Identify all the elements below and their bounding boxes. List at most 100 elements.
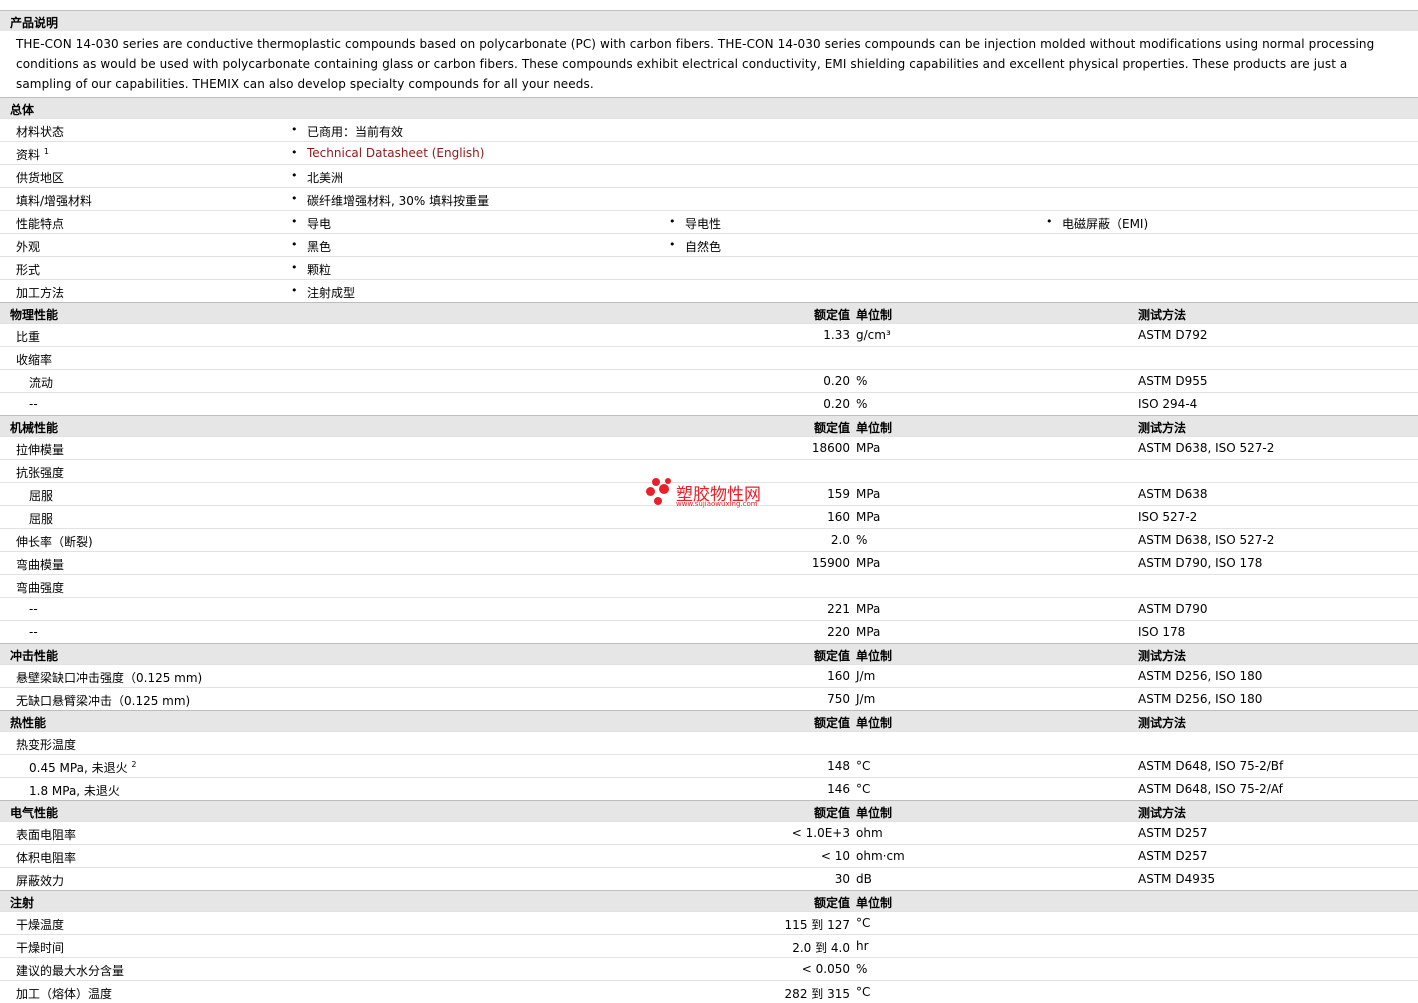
column-header-value: 额定值 (813, 649, 850, 663)
property-row: -- 0.20% ISO 294-4 (0, 392, 1418, 415)
property-value: 0.20 (823, 397, 850, 411)
property-label: 弯曲模量 (16, 556, 64, 573)
property-row: 建议的最大水分含量 < 0.050% (0, 957, 1418, 980)
property-row: 加工（熔体）温度 282 到 315 °C (0, 980, 1418, 1003)
general-row: 外观 黑色 自然色 (0, 233, 1418, 256)
product-description: THE-CON 14-030 series are conductive the… (16, 37, 1375, 91)
test-method: ASTM D638, ISO 527-2 (1138, 441, 1275, 455)
column-header-method: 测试方法 (1138, 308, 1187, 322)
section-title: 注射 (10, 896, 35, 910)
bullet-text: 北美洲 (307, 171, 344, 185)
test-method: ASTM D257 (1138, 826, 1208, 840)
bullet-text: 黑色 (307, 240, 332, 254)
property-label: 悬壁梁缺口冲击强度（0.125 mm) (16, 669, 202, 686)
test-method: ASTM D790 (1138, 602, 1208, 616)
row-label: 外观 (16, 238, 40, 255)
bullet-item: 电磁屏蔽（EMI) (1046, 215, 1148, 232)
test-method: ASTM D638 (1138, 487, 1208, 501)
property-unit: J/m (856, 669, 876, 683)
property-value: 160 (827, 669, 850, 683)
general-row: 填料/增强材料 碳纤维增强材料, 30% 填料按重量 (0, 187, 1418, 210)
section-header: 冲击性能 额定值 单位制 测试方法 (0, 643, 1418, 664)
property-value: 160 (827, 510, 850, 524)
property-row: 悬壁梁缺口冲击强度（0.125 mm) 160 J/m ASTM D256, ISO … (0, 664, 1418, 687)
property-label-text: -- (29, 602, 38, 616)
property-unit: °C (856, 985, 871, 999)
footnote-marker[interactable]: 2 (131, 760, 136, 769)
bullet-item: 导电 (291, 215, 332, 232)
property-label-text: 悬壁梁缺口冲击强度（0.125 mm) (16, 671, 203, 685)
general-row: 材料状态 已商用：当前有效 (0, 118, 1418, 141)
property-row: 弯曲模量 15900 MPa ASTM D790, ISO 178 (0, 551, 1418, 574)
property-label: 体积电阻率 (16, 849, 76, 866)
row-label: 材料状态 (16, 123, 64, 140)
bullet-item: 自然色 (669, 238, 721, 255)
property-label: 1.8 MPa, 未退火 (29, 782, 120, 799)
watermark-url: www.sujiaowuxing.com (676, 500, 758, 508)
property-row: 干燥温度 115 到 127 °C (0, 911, 1418, 934)
property-label-text: 热变形温度 (16, 738, 77, 752)
test-method: ASTM D790, ISO 178 (1138, 556, 1263, 570)
property-label-text: 抗张强度 (16, 466, 65, 480)
property-unit: % (856, 374, 868, 388)
property-value: 1.33 (823, 328, 850, 342)
test-method: ASTM D955 (1138, 374, 1208, 388)
column-header-unit: 单位制 (856, 896, 893, 910)
property-value: 30 (834, 872, 850, 886)
property-row: 干燥时间 2.0 到 4.0 hr (0, 934, 1418, 957)
property-sections: 物理性能 额定值 单位制 测试方法 比重 1.33 g/cm³ ASTM D792 收缩率 流动 0… (0, 302, 1418, 1003)
property-label: 干燥时间 (16, 939, 64, 956)
section-title: 冲击性能 (10, 649, 59, 663)
column-header-unit: 单位制 (856, 649, 893, 663)
bullet-item: 北美洲 (291, 169, 344, 186)
property-row: 0.45 MPa, 未退火 2 148 °C ASTM D648, ISO 75-2/… (0, 754, 1418, 777)
test-method: ASTM D648, ISO 75-2/Bf (1138, 759, 1284, 773)
property-unit: J/m (856, 692, 876, 706)
property-label-text: 无缺口悬臂梁冲击（0.125 mm) (16, 694, 191, 708)
property-label-text: 流动 (29, 376, 54, 390)
property-label: 屈服 (29, 487, 53, 504)
property-label: 屈服 (29, 510, 53, 527)
bullet-item[interactable]: Technical Datasheet (English) (291, 146, 484, 160)
datasheet-link[interactable]: Technical Datasheet (English) (307, 146, 484, 160)
property-label: 抗张强度 (16, 464, 64, 481)
row-label-text: 性能特点 (16, 217, 65, 231)
property-unit: % (856, 533, 868, 547)
property-label: -- (29, 625, 38, 639)
property-label-text: 建议的最大水分含量 (16, 964, 125, 978)
column-header-unit: 单位制 (856, 421, 893, 435)
property-value: 282 到 315 (784, 987, 850, 1001)
footnote-marker[interactable]: 1 (44, 147, 49, 156)
row-label: 加工方法 (16, 284, 64, 301)
property-value: 159 (827, 487, 850, 501)
column-header-unit: 单位制 (856, 716, 893, 730)
test-method: ISO 178 (1138, 625, 1186, 639)
property-row: 比重 1.33 g/cm³ ASTM D792 (0, 323, 1418, 346)
property-label: 弯曲强度 (16, 579, 64, 596)
property-label: 伸长率（断裂) (16, 533, 93, 550)
row-label: 供货地区 (16, 169, 64, 186)
test-method: ASTM D792 (1138, 328, 1208, 342)
property-unit: ohm·cm (856, 849, 905, 863)
column-header-unit: 单位制 (856, 308, 893, 322)
column-header-method: 测试方法 (1138, 806, 1187, 820)
property-unit: dB (856, 872, 872, 886)
property-label-text: 比重 (16, 330, 41, 344)
property-unit: MPa (856, 441, 881, 455)
property-value: 115 到 127 (784, 918, 850, 932)
test-method: ISO 527-2 (1138, 510, 1198, 524)
property-label-text: 伸长率（断裂) (16, 535, 93, 549)
row-label-text: 材料状态 (16, 125, 65, 139)
test-method: ASTM D256, ISO 180 (1138, 669, 1263, 683)
property-label-text: 加工（熔体）温度 (16, 987, 113, 1001)
property-unit: °C (856, 759, 871, 773)
general-row: 形式 颗粒 (0, 256, 1418, 279)
property-unit: MPa (856, 625, 881, 639)
watermark-logo: 塑胶物性网 www.sujiaowuxing.com (646, 476, 786, 512)
property-unit: °C (856, 916, 871, 930)
column-header-method: 测试方法 (1138, 421, 1187, 435)
property-value: < 1.0E+3 (791, 826, 850, 840)
bullet-text: 导电 (307, 217, 332, 231)
section-header-description: 产品说明 (0, 10, 1418, 31)
property-label-text: 弯曲强度 (16, 581, 65, 595)
